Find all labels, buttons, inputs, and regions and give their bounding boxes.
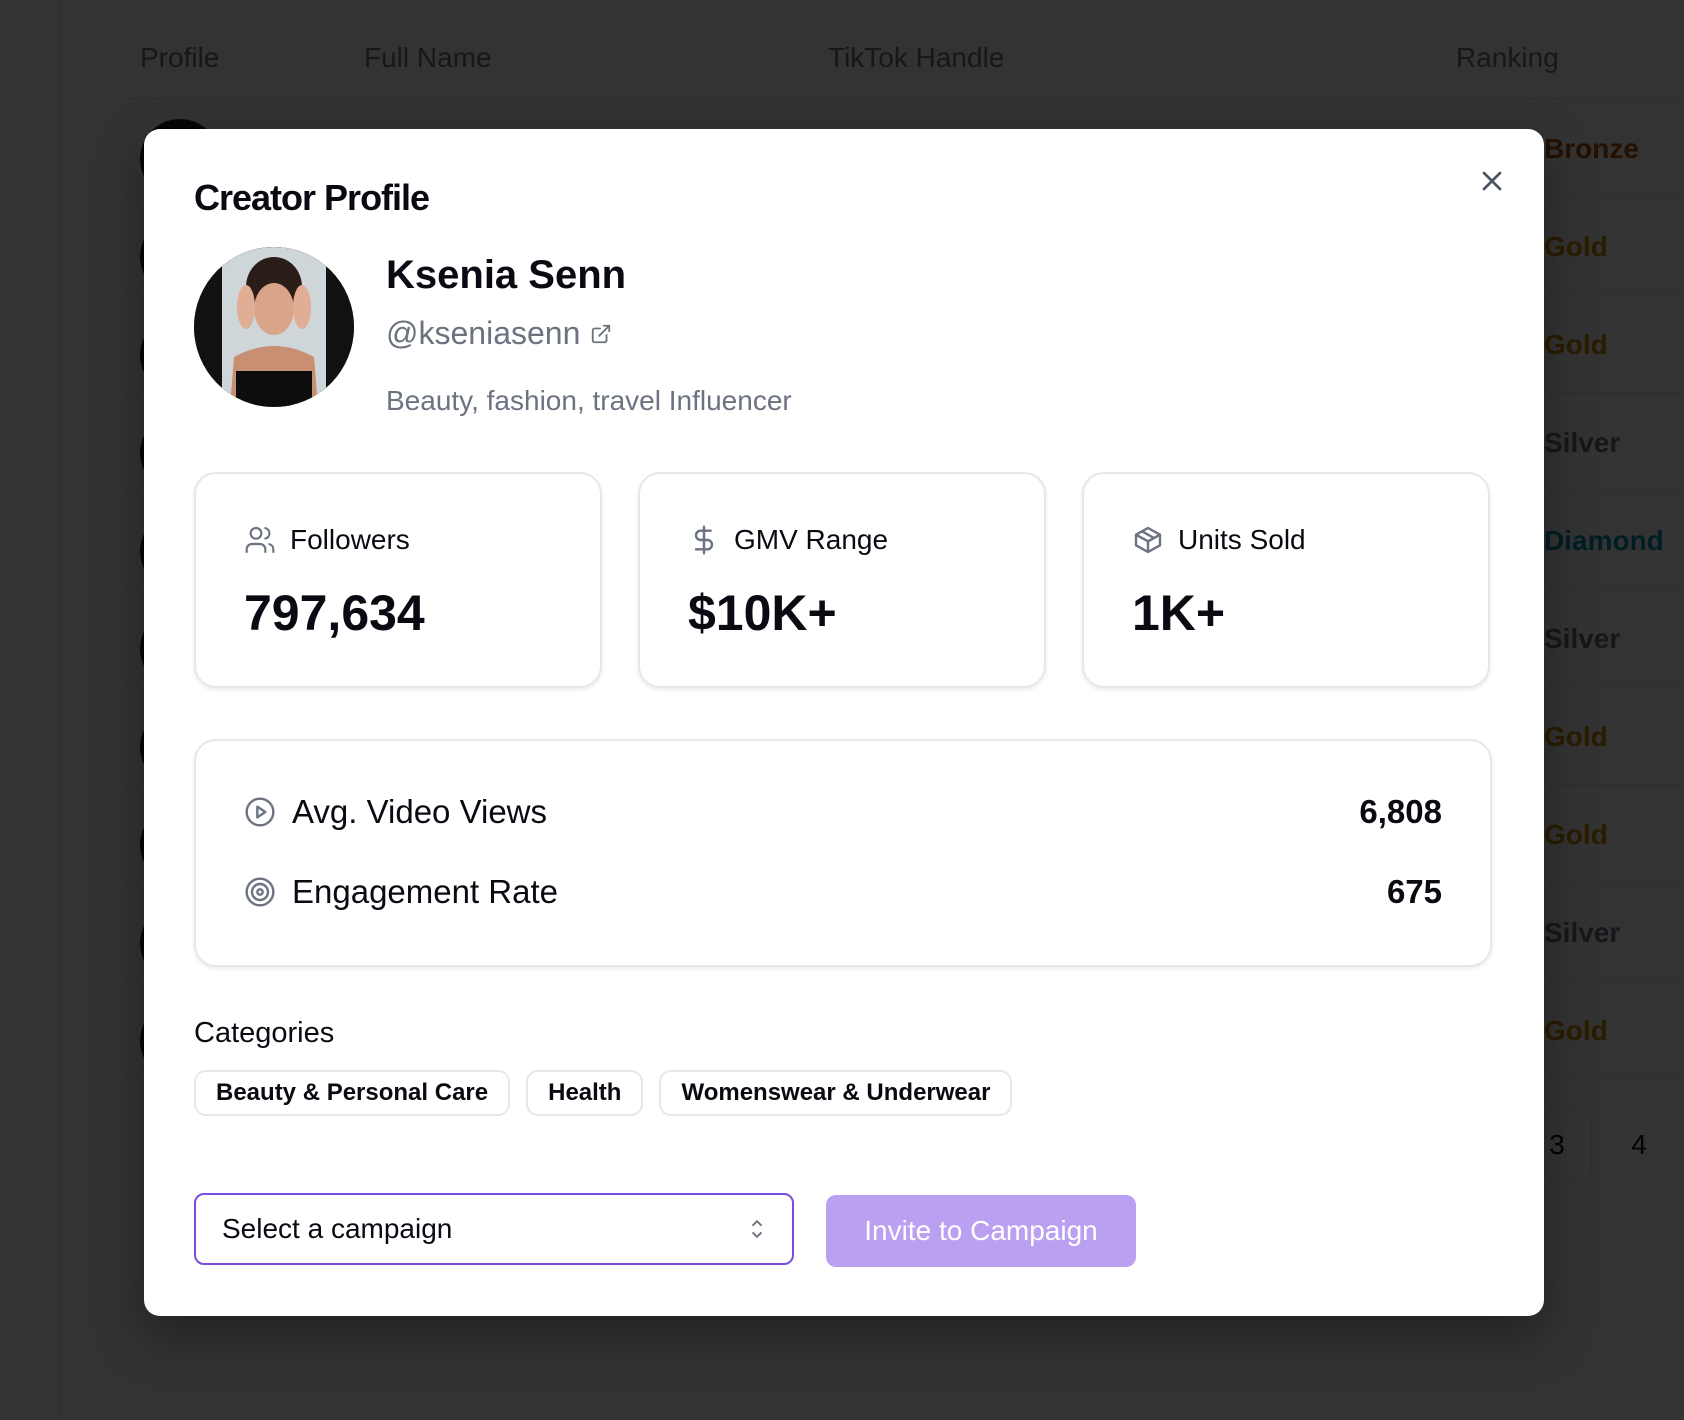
category-chip: Womenswear & Underwear xyxy=(659,1070,1013,1116)
gmv-range-card: GMV Range $10K+ xyxy=(638,472,1046,688)
engagement-stats-card: Avg. Video Views 6,808 Engagement Rate 6… xyxy=(194,739,1492,967)
close-icon xyxy=(1482,171,1502,191)
units-sold-value: 1K+ xyxy=(1132,585,1226,641)
creator-bio: Beauty, fashion, travel Influencer xyxy=(386,385,792,416)
target-icon xyxy=(245,877,275,907)
followers-card: Followers 797,634 xyxy=(194,472,602,688)
avg-video-views-value: 6,808 xyxy=(1359,793,1442,830)
avatar xyxy=(194,247,354,407)
creator-name: Ksenia Senn xyxy=(386,253,627,297)
creator-handle: @kseniasenn xyxy=(386,315,581,351)
followers-label: Followers xyxy=(290,524,410,555)
chevron-up-down-icon xyxy=(752,1219,762,1239)
category-list: Beauty & Personal Care Health Womenswear… xyxy=(194,1070,1013,1116)
engagement-rate-label: Engagement Rate xyxy=(292,873,559,910)
creator-profile-modal: Creator Profile Ksenia Senn @kseniasenn … xyxy=(144,129,1544,1316)
units-sold-label: Units Sold xyxy=(1178,524,1306,555)
engagement-rate-row: Engagement Rate 675 xyxy=(244,873,1442,911)
engagement-rate-value: 675 xyxy=(1386,873,1442,910)
play-circle-icon xyxy=(245,797,275,827)
close-button[interactable] xyxy=(1476,165,1508,197)
gmv-range-label: GMV Range xyxy=(734,524,889,555)
modal-title: Creator Profile xyxy=(194,177,430,218)
avg-video-views-label: Avg. Video Views xyxy=(292,793,548,830)
followers-value: 797,634 xyxy=(244,585,425,641)
tiktok-handle-link[interactable]: @kseniasenn xyxy=(386,315,612,352)
category-chip: Health xyxy=(526,1070,644,1116)
categories-title: Categories xyxy=(194,1017,335,1049)
package-icon xyxy=(1134,526,1162,554)
campaign-select[interactable]: Select a campaign xyxy=(194,1193,794,1265)
avg-video-views-row: Avg. Video Views 6,808 xyxy=(244,793,1442,831)
campaign-select-placeholder: Select a campaign xyxy=(222,1213,453,1244)
invite-to-campaign-button[interactable]: Invite to Campaign xyxy=(826,1195,1136,1267)
units-sold-card: Units Sold 1K+ xyxy=(1082,472,1490,688)
dollar-icon xyxy=(694,525,714,555)
gmv-range-value: $10K+ xyxy=(688,585,837,641)
users-icon xyxy=(245,526,275,554)
category-chip: Beauty & Personal Care xyxy=(194,1070,511,1116)
external-link-icon xyxy=(592,324,611,343)
